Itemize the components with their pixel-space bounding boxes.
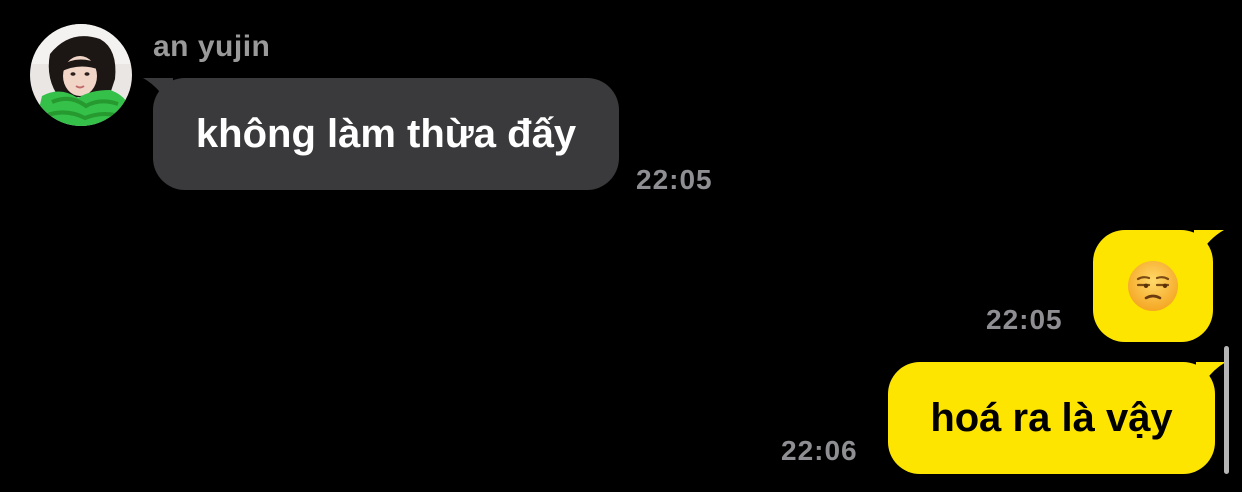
scrollbar[interactable] bbox=[1224, 346, 1229, 474]
avatar-photo bbox=[30, 24, 132, 126]
incoming-message-bubble[interactable]: không làm thừa đấy bbox=[143, 78, 619, 190]
message-text: hoá ra là vậy bbox=[930, 395, 1173, 440]
message-text: không làm thừa đấy bbox=[195, 111, 577, 156]
sender-name: an yujin bbox=[153, 30, 271, 63]
unamused-face-icon bbox=[1128, 261, 1178, 311]
chat-screen: an yujin không làm thừa đấy 22:05 22:05 … bbox=[0, 0, 1242, 492]
bubble-tail-icon bbox=[1196, 362, 1226, 396]
bubble-tail-icon bbox=[143, 78, 173, 112]
outgoing-emoji-bubble[interactable] bbox=[1093, 230, 1224, 342]
message-timestamp: 22:06 bbox=[781, 435, 858, 466]
bubble-tail-icon bbox=[1194, 230, 1224, 264]
message-timestamp: 22:05 bbox=[986, 304, 1063, 335]
outgoing-message-bubble[interactable]: hoá ra là vậy bbox=[888, 362, 1226, 474]
message-timestamp: 22:05 bbox=[636, 164, 713, 195]
contact-avatar[interactable] bbox=[30, 24, 132, 126]
